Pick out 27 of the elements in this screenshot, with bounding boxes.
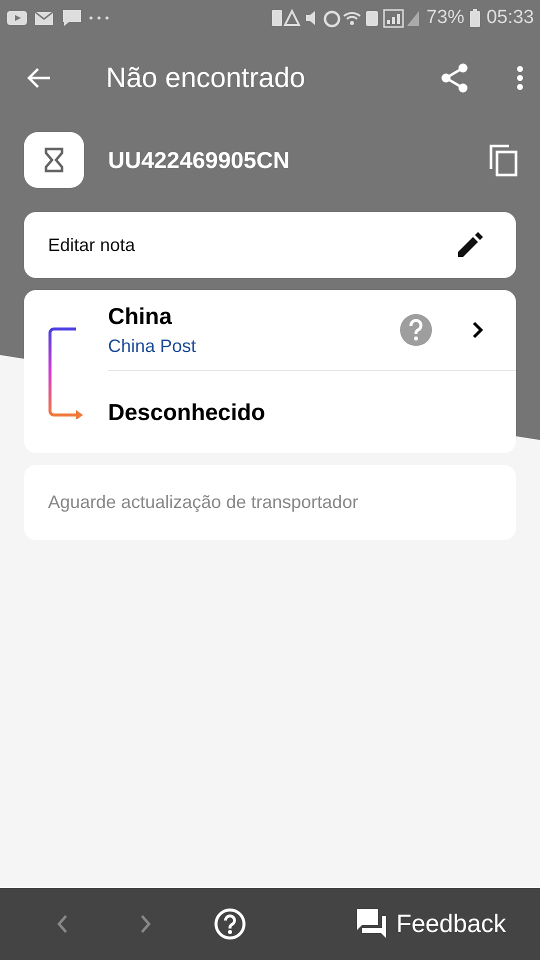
pencil-icon bbox=[456, 231, 484, 259]
hourglass-icon bbox=[44, 147, 64, 173]
note-card[interactable]: Editar nota bbox=[24, 212, 516, 278]
video-icon bbox=[6, 10, 28, 26]
route-card[interactable]: China China Post Desconhecido bbox=[24, 290, 516, 453]
chat-icon bbox=[62, 9, 82, 27]
clock: 05:33 bbox=[486, 7, 534, 29]
screen-title: Não encontrado bbox=[106, 62, 306, 94]
note-label: Editar nota bbox=[48, 234, 136, 256]
help-icon bbox=[214, 908, 246, 940]
more-icon bbox=[88, 15, 110, 21]
back-arrow-icon bbox=[26, 67, 52, 89]
origin-country: China bbox=[108, 303, 173, 330]
tracking-number: UU422469905CN bbox=[108, 146, 291, 174]
share-icon bbox=[440, 63, 470, 93]
copy-icon bbox=[488, 143, 518, 177]
battery-percent: 73% bbox=[426, 7, 464, 29]
feedback-button[interactable]: Feedback bbox=[352, 904, 510, 944]
mail-icon bbox=[34, 10, 56, 26]
help-icon bbox=[400, 314, 432, 346]
status-message: Aguarde actualização de transportador bbox=[48, 492, 358, 513]
overflow-menu-icon bbox=[516, 65, 524, 91]
destination-country: Desconhecido bbox=[108, 399, 266, 426]
carrier-name: China Post bbox=[108, 336, 198, 357]
chat-icon bbox=[356, 908, 388, 940]
chevron-right-icon bbox=[472, 321, 484, 339]
battery-icon bbox=[470, 9, 480, 27]
